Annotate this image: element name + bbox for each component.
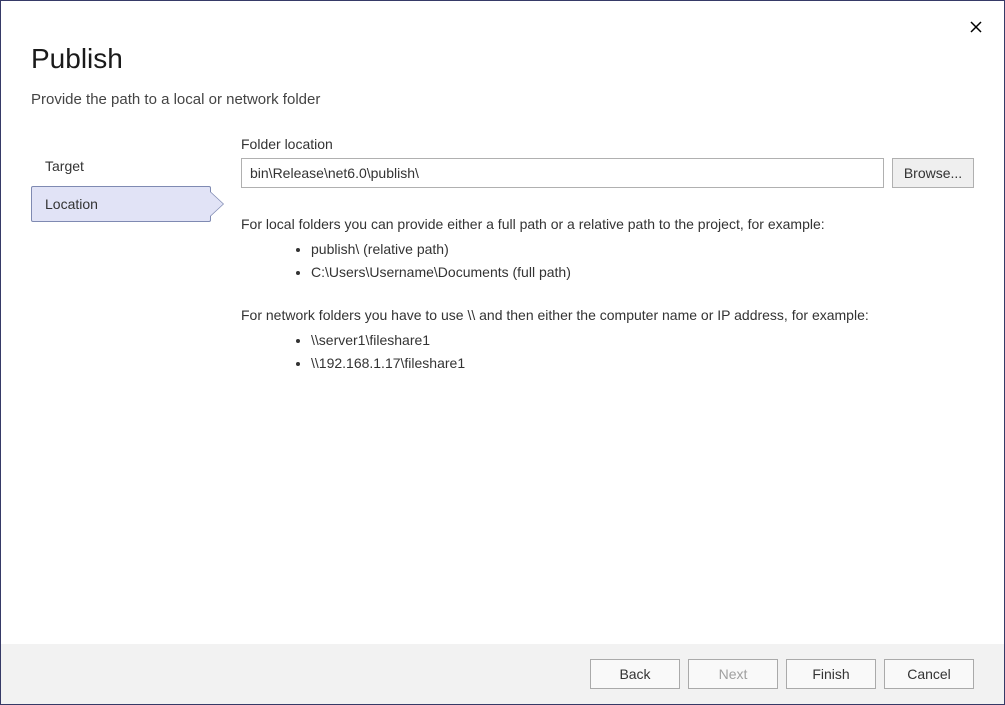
help-network-intro: For network folders you have to use \\ a… xyxy=(241,305,974,326)
page-title: Publish xyxy=(31,43,974,75)
next-button: Next xyxy=(688,659,778,689)
help-local-example: C:\Users\Username\Documents (full path) xyxy=(311,262,974,283)
wizard-sidebar: Target Location xyxy=(31,136,211,396)
dialog-header: Publish Provide the path to a local or n… xyxy=(1,1,1004,128)
help-local-example: publish\ (relative path) xyxy=(311,239,974,260)
sidebar-item-label: Target xyxy=(45,158,84,174)
help-local-intro: For local folders you can provide either… xyxy=(241,214,974,235)
dialog-footer: Back Next Finish Cancel xyxy=(1,644,1004,704)
close-icon[interactable] xyxy=(968,19,984,38)
help-network-folders: For network folders you have to use \\ a… xyxy=(241,305,974,374)
folder-location-label: Folder location xyxy=(241,136,974,152)
help-network-example: \\server1\fileshare1 xyxy=(311,330,974,351)
page-subtitle: Provide the path to a local or network f… xyxy=(31,91,974,108)
help-network-example: \\192.168.1.17\fileshare1 xyxy=(311,353,974,374)
finish-button[interactable]: Finish xyxy=(786,659,876,689)
folder-location-input[interactable] xyxy=(241,158,884,188)
wizard-content: Folder location Browse... For local fold… xyxy=(211,136,974,396)
back-button[interactable]: Back xyxy=(590,659,680,689)
browse-button[interactable]: Browse... xyxy=(892,158,974,188)
help-local-folders: For local folders you can provide either… xyxy=(241,214,974,283)
sidebar-item-target[interactable]: Target xyxy=(31,148,211,184)
cancel-button[interactable]: Cancel xyxy=(884,659,974,689)
sidebar-item-label: Location xyxy=(45,196,98,212)
sidebar-item-location[interactable]: Location xyxy=(31,186,211,222)
